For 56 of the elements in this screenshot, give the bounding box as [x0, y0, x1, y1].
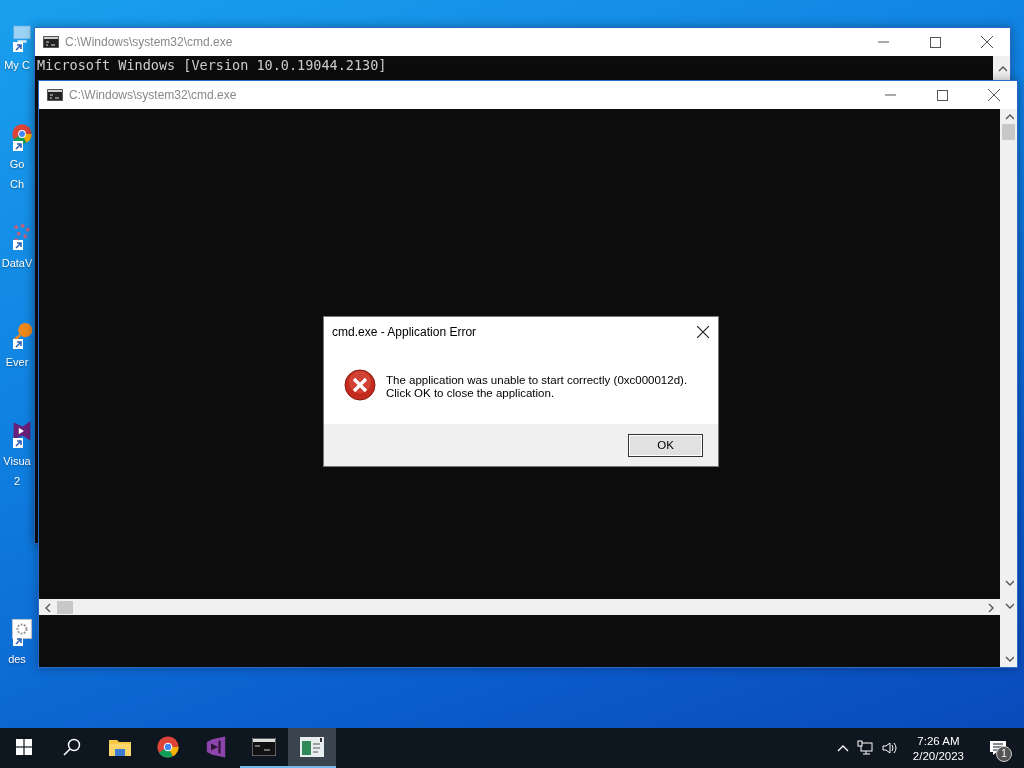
folder-icon [109, 738, 131, 756]
caret-up-icon[interactable] [836, 744, 849, 752]
chevron-down-icon[interactable] [1003, 601, 1014, 611]
console-text: Microsoft Windows [Version 10.0.19044.2130] [37, 57, 388, 73]
minimize-icon [884, 94, 896, 96]
ok-button[interactable]: OK [628, 433, 703, 457]
network-icon[interactable] [856, 740, 873, 756]
speaker-icon[interactable] [880, 740, 899, 756]
chevron-down-icon[interactable] [1003, 578, 1014, 588]
console-icon [43, 36, 59, 48]
notifications-button[interactable]: 1 [978, 728, 1018, 768]
vertical-scrollbar[interactable] [1000, 615, 1017, 667]
error-icon [344, 369, 376, 401]
close-icon [981, 36, 993, 48]
taskbar-button[interactable] [288, 728, 336, 768]
minimize-icon [877, 41, 889, 43]
chrome-icon [156, 735, 180, 759]
vertical-scrollbar[interactable] [1000, 109, 1017, 591]
shortcut-arrow-icon [13, 42, 23, 52]
window-title: C:\Windows\system32\cmd.exe [65, 35, 234, 49]
close-icon [697, 326, 709, 338]
notification-count: 1 [996, 746, 1012, 762]
maximize-icon [936, 89, 948, 101]
maximize-icon [929, 36, 941, 48]
close-icon [988, 89, 1000, 101]
desktop-icon-label: Ch [9, 177, 25, 191]
shortcut-arrow-icon [13, 339, 23, 349]
desktop-icon-label: DataV [1, 256, 33, 270]
chevron-left-icon[interactable] [43, 602, 53, 612]
desktop-icon-label: Go [9, 157, 25, 171]
console-icon [252, 738, 276, 756]
desktop-icon-label: 2 [13, 474, 21, 488]
chevron-down-icon[interactable] [1003, 654, 1014, 664]
chevron-up-icon[interactable] [996, 64, 1007, 74]
shortcut-arrow-icon [13, 141, 23, 151]
visual-studio-icon [204, 735, 228, 759]
shortcut-arrow-icon [13, 438, 23, 448]
scrollbar-thumb[interactable] [1002, 124, 1015, 140]
chevron-up-icon[interactable] [1003, 112, 1014, 122]
chevron-right-icon[interactable] [986, 602, 996, 612]
desktop-icon-label: Ever [5, 355, 29, 369]
app-window-icon [300, 737, 324, 757]
dialog-title: cmd.exe - Application Error [332, 325, 478, 339]
scrollbar-thumb[interactable] [57, 600, 73, 614]
error-message: The application was unable to start correctly (0xc000012d). Click OK to close the application. [386, 374, 688, 400]
search-icon [63, 738, 81, 756]
clock[interactable]: 7:26 AM 2/20/2023 [906, 734, 970, 762]
windows-logo-icon [16, 739, 32, 755]
console-icon [47, 89, 63, 101]
horizontal-scrollbar[interactable] [39, 599, 1000, 615]
desktop-icon-label: Visua [3, 454, 31, 468]
shortcut-arrow-icon [13, 636, 23, 646]
shortcut-arrow-icon [13, 240, 23, 250]
desktop-icon-label: des [8, 652, 26, 666]
desktop-icon-label: My C [4, 58, 30, 72]
window-title: C:\Windows\system32\cmd.exe [69, 88, 238, 102]
